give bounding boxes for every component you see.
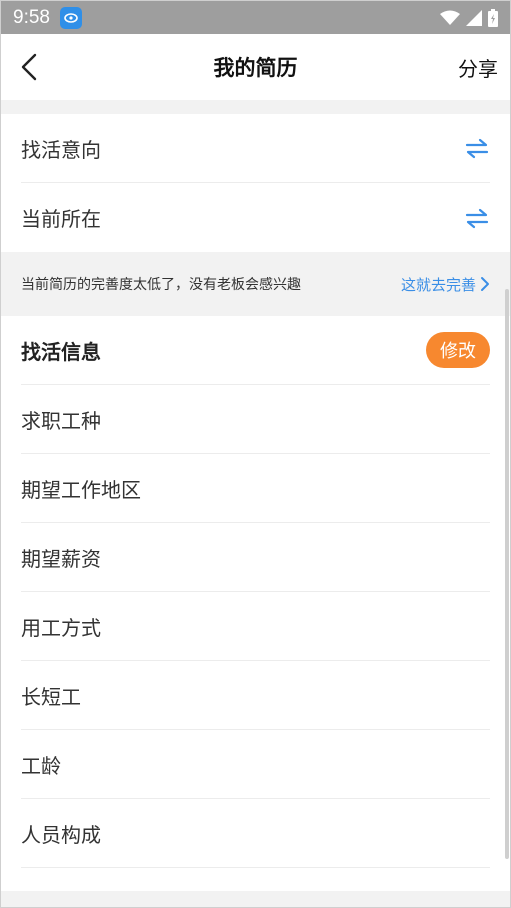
- status-bar: 9:58: [1, 1, 510, 34]
- list-item[interactable]: 期望工作地区: [21, 454, 490, 523]
- row-label: 当前所在: [21, 207, 101, 231]
- app-notification-icon: [59, 6, 82, 29]
- status-time: 9:58: [13, 6, 50, 28]
- field-label: 期望工作地区: [21, 477, 141, 502]
- field-label: 长短工: [21, 684, 81, 709]
- list-item[interactable]: 人员构成: [21, 799, 490, 868]
- toggle-row-job-intention[interactable]: 找活意向: [21, 114, 490, 183]
- completeness-notice: 当前简历的完善度太低了，没有老板会感兴趣 这就去完善: [1, 252, 510, 316]
- app-frame: 9:58 我的简历 分享 找活意向 当前所在 当前简历的完善度太低了，没有老板会…: [0, 0, 511, 908]
- complete-profile-link[interactable]: 这就去完善: [401, 274, 490, 295]
- notice-link-label: 这就去完善: [400, 275, 476, 294]
- edit-button[interactable]: 修改: [426, 332, 490, 368]
- field-label: 人员构成: [21, 822, 101, 847]
- field-label: 期望薪资: [21, 546, 101, 571]
- list-item[interactable]: 期望薪资: [21, 523, 490, 592]
- swap-arrows-icon[interactable]: [464, 137, 490, 159]
- row-label: 找活意向: [21, 137, 101, 162]
- navigation-bar: 我的简历 分享: [1, 34, 510, 100]
- back-button[interactable]: [15, 52, 45, 82]
- battery-icon: [488, 8, 498, 27]
- toggle-row-current-location[interactable]: 当前所在: [21, 183, 490, 252]
- section-divider: [1, 100, 510, 114]
- chevron-right-icon: [481, 277, 489, 291]
- swap-arrows-icon[interactable]: [464, 207, 490, 229]
- list-item[interactable]: 用工方式: [21, 592, 490, 661]
- list-item[interactable]: 求职工种: [21, 385, 490, 454]
- notice-text: 当前简历的完善度太低了，没有老板会感兴趣: [21, 277, 301, 293]
- signal-icon: [466, 9, 482, 26]
- job-info-header: 找活信息 修改: [21, 316, 490, 385]
- share-button[interactable]: 分享: [458, 53, 498, 82]
- wifi-icon: [440, 10, 460, 25]
- field-label: 求职工种: [21, 408, 101, 433]
- field-label: 工龄: [21, 753, 61, 778]
- field-label: 用工方式: [21, 615, 101, 640]
- scrollbar[interactable]: [505, 289, 509, 859]
- chevron-left-icon: [21, 53, 37, 81]
- status-icons: [440, 8, 498, 27]
- bottom-divider: [1, 891, 510, 907]
- section-title: 找活信息: [21, 339, 101, 364]
- list-item[interactable]: 长短工: [21, 661, 490, 730]
- page-title: 我的简历: [213, 56, 298, 80]
- list-item[interactable]: 工龄: [21, 730, 490, 799]
